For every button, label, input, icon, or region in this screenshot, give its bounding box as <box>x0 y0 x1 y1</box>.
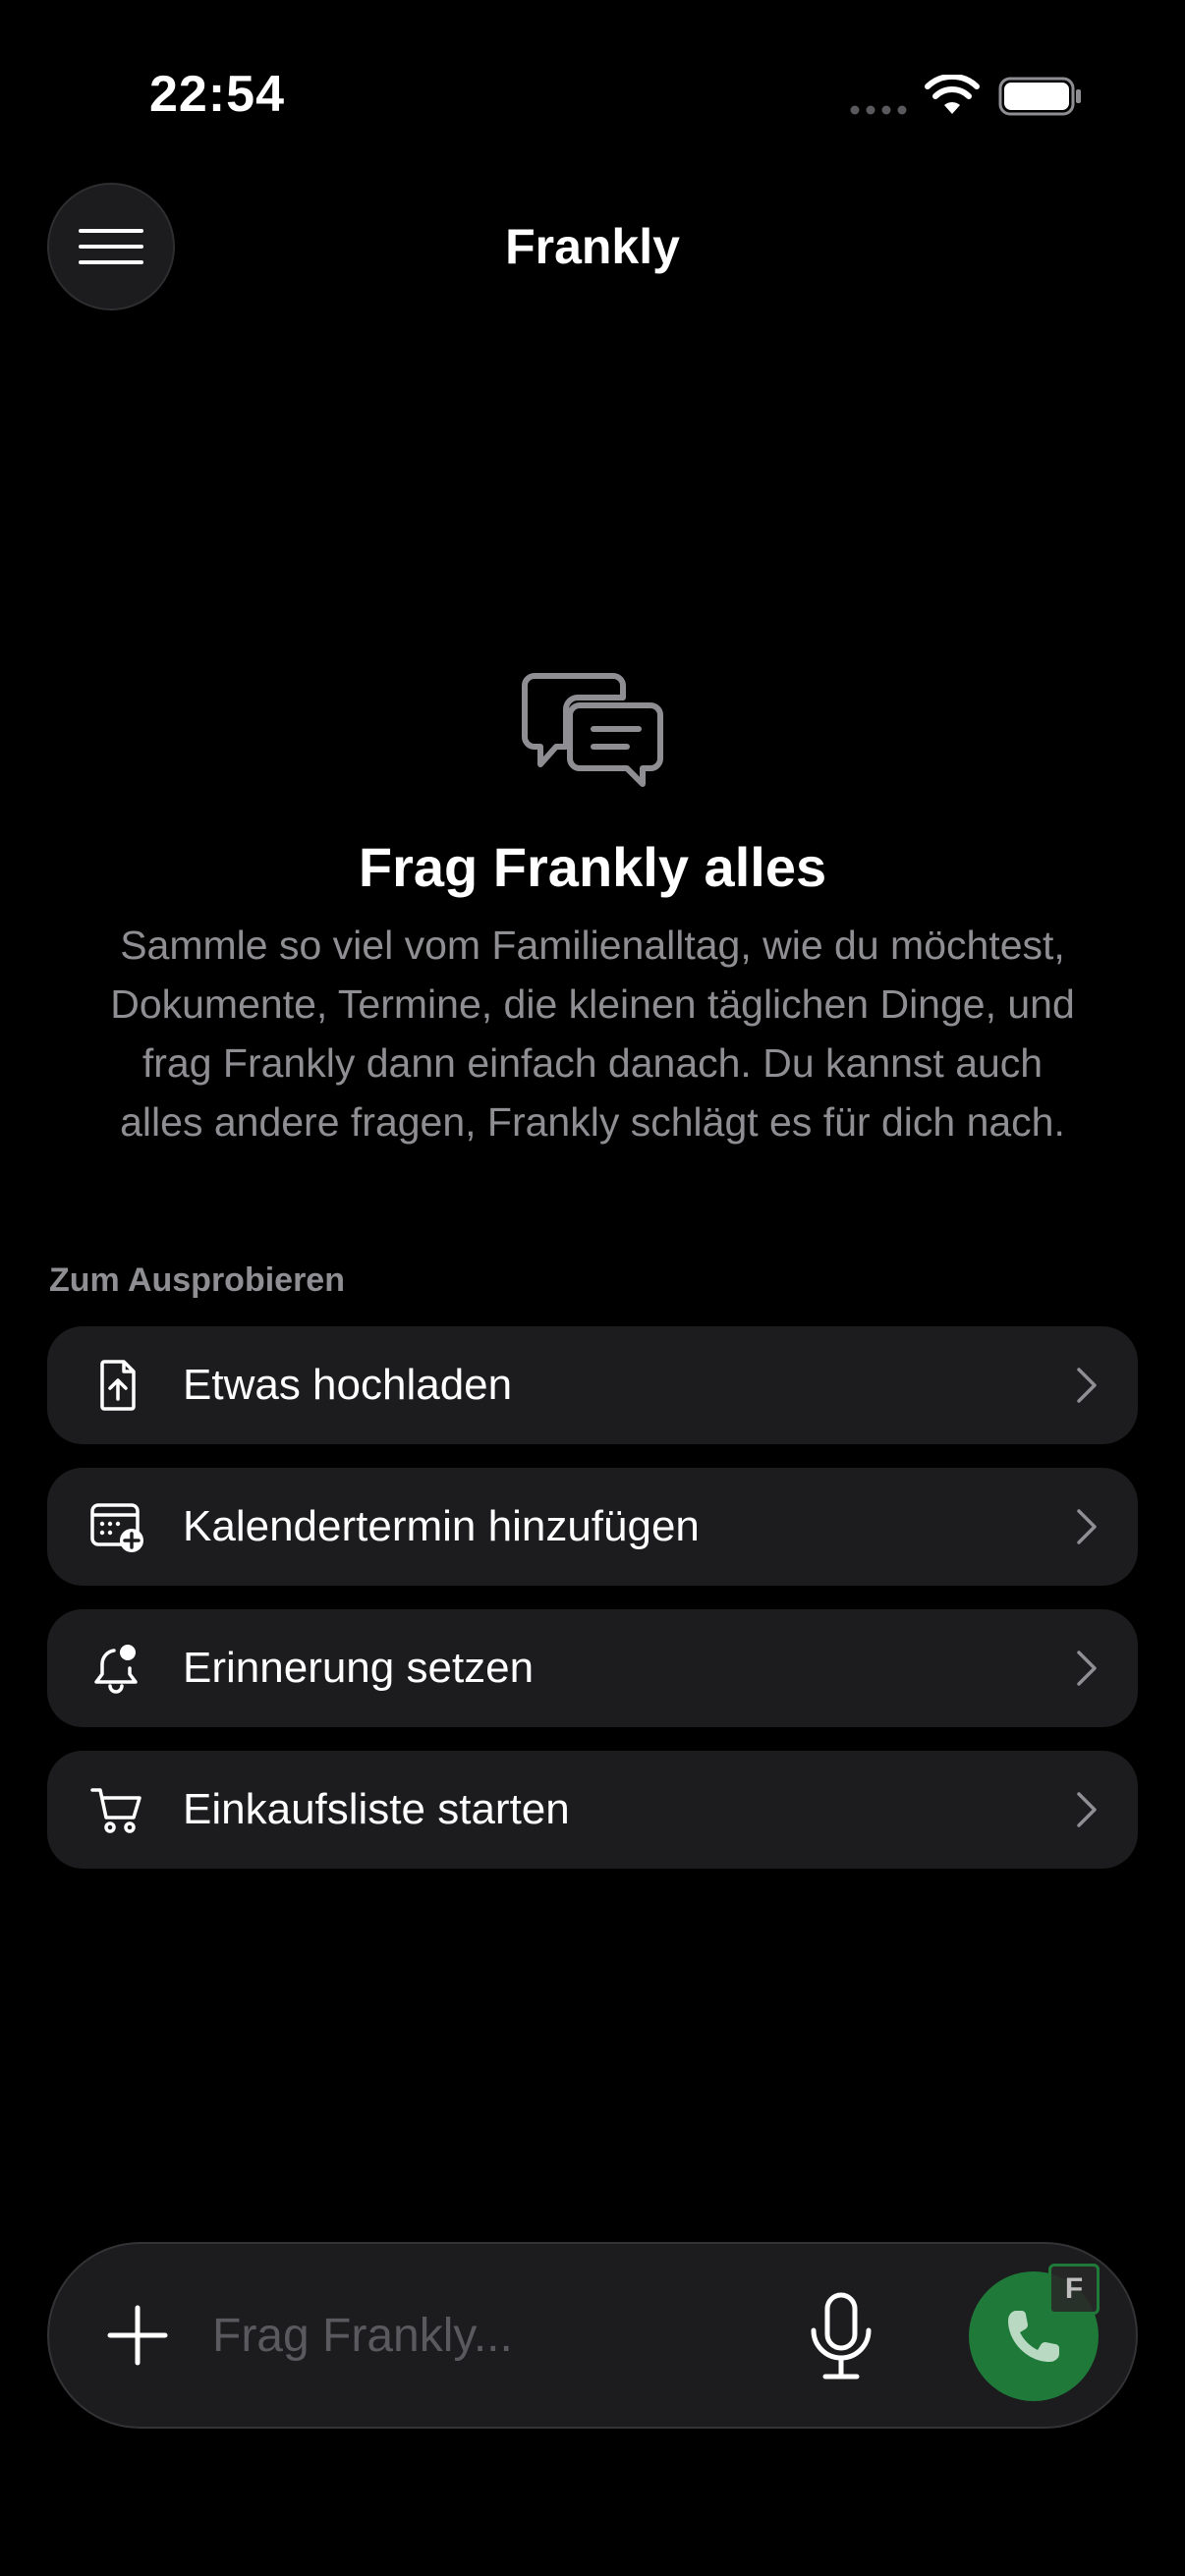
frankly-badge: F <box>1048 2264 1100 2315</box>
suggestion-calendar[interactable]: Kalendertermin hinzufügen <box>47 1468 1138 1586</box>
suggestion-reminder[interactable]: Erinnerung setzen <box>47 1609 1138 1727</box>
section-label: Zum Ausprobieren <box>49 1261 345 1299</box>
battery-icon <box>998 77 1081 116</box>
chevron-right-icon <box>1077 1368 1097 1403</box>
status-bar: 22:54 <box>0 0 1185 187</box>
wifi-icon <box>925 75 980 114</box>
calendar-add-icon <box>90 1503 143 1552</box>
microphone-button[interactable] <box>798 2291 884 2381</box>
suggestion-label: Etwas hochladen <box>183 1361 513 1409</box>
empty-state-title: Frag Frankly alles <box>358 836 827 898</box>
chat-input-bar: F <box>47 2242 1138 2429</box>
suggestion-list: Etwas hochladen Kalendertermin hinzufüge… <box>47 1326 1138 1892</box>
suggestion-label: Kalendertermin hinzufügen <box>183 1502 700 1550</box>
chat-bubbles-icon <box>522 673 663 787</box>
suggestion-label: Erinnerung setzen <box>183 1644 535 1692</box>
status-time: 22:54 <box>149 66 285 123</box>
chevron-right-icon <box>1077 1509 1097 1544</box>
chat-input[interactable] <box>212 2288 782 2382</box>
suggestion-label: Einkaufsliste starten <box>183 1785 570 1833</box>
document-upload-icon <box>100 1360 136 1411</box>
cellular-signal-icon <box>850 105 907 115</box>
add-attachment-button[interactable] <box>102 2300 173 2371</box>
empty-state-description: Sammle so viel vom Familienalltag, wie d… <box>110 923 1075 1145</box>
suggestion-upload[interactable]: Etwas hochladen <box>47 1326 1138 1444</box>
cart-icon <box>90 1788 141 1833</box>
page-title: Frankly <box>505 219 680 274</box>
bell-icon <box>94 1645 138 1694</box>
chevron-right-icon <box>1077 1792 1097 1827</box>
suggestion-shopping-list[interactable]: Einkaufsliste starten <box>47 1751 1138 1869</box>
chevron-right-icon <box>1077 1651 1097 1686</box>
